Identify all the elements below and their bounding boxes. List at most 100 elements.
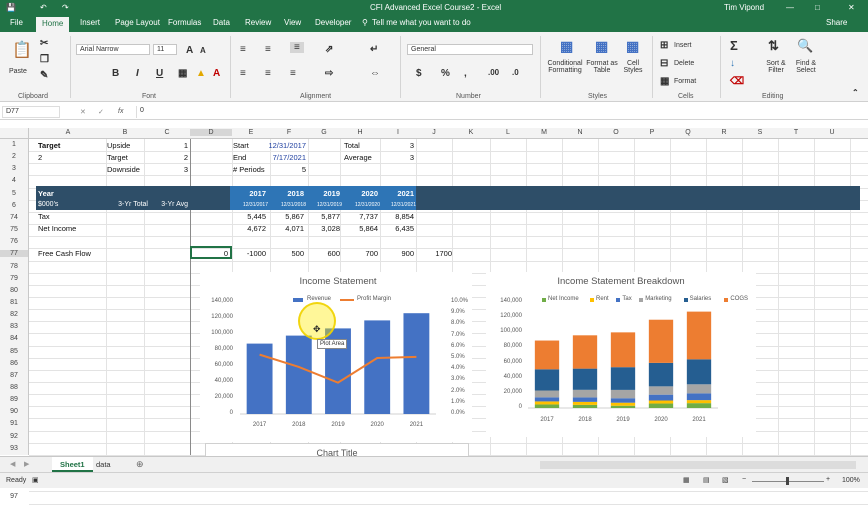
cell-i77[interactable]: 900 (380, 249, 414, 258)
redo-icon[interactable]: ↷ (62, 3, 69, 12)
cell-f3[interactable]: 5 (260, 165, 306, 174)
sort-filter-label[interactable]: Sort & Filter (762, 60, 790, 74)
col-header-p[interactable]: P (634, 129, 670, 136)
grow-font-icon[interactable]: A (186, 45, 193, 56)
cell-b2[interactable]: Target (107, 153, 128, 162)
format-painter-icon[interactable]: ✎ (40, 70, 48, 81)
page-layout-view-icon[interactable]: ▤ (703, 476, 710, 484)
cell-a75[interactable]: Net Income (38, 224, 76, 233)
font-name-select[interactable]: Arial Narrow (76, 44, 150, 55)
col-header-a[interactable]: A (30, 129, 106, 136)
conditional-formatting-icon[interactable]: ▦ (560, 38, 573, 55)
horizontal-scrollbar[interactable] (540, 461, 856, 469)
orientation-icon[interactable]: ⇗ (325, 44, 333, 55)
col-header-f[interactable]: F (270, 129, 308, 136)
insert-cells-label[interactable]: Insert (674, 42, 692, 49)
cell-f6[interactable]: 12/31/2018 (270, 202, 306, 208)
row-header-84[interactable]: 84 (0, 335, 28, 342)
clear-icon[interactable]: ⌫ (730, 76, 744, 87)
borders-icon[interactable]: ▦ (178, 68, 187, 79)
cell-g75[interactable]: 3,028 (306, 224, 340, 233)
cell-a74[interactable]: Tax (38, 212, 50, 221)
align-center-icon[interactable]: ≡ (265, 68, 271, 79)
align-bottom-icon[interactable]: ≡ (290, 42, 304, 53)
cell-c6[interactable]: 3-Yr Avg (150, 201, 188, 208)
col-header-s[interactable]: S (742, 129, 778, 136)
row-header-80[interactable]: 80 (0, 287, 28, 294)
cell-c3[interactable]: 3 (150, 165, 188, 174)
tab-review[interactable]: Review (245, 18, 271, 27)
copy-icon[interactable]: ❐ (40, 54, 49, 65)
row-header-88[interactable]: 88 (0, 384, 28, 391)
fill-color-icon[interactable]: ▲ (196, 68, 206, 79)
fx-icon[interactable]: fx (118, 108, 123, 115)
zoom-slider-thumb[interactable] (786, 477, 789, 485)
cell-h5[interactable]: 2020 (344, 189, 378, 198)
align-left-icon[interactable]: ≡ (240, 68, 246, 79)
cell-a1[interactable]: Target (38, 141, 60, 150)
format-cells-label[interactable]: Format (674, 78, 696, 85)
col-header-q[interactable]: Q (670, 129, 706, 136)
row-header-79[interactable]: 79 (0, 275, 28, 282)
comma-icon[interactable]: , (464, 68, 467, 79)
percent-icon[interactable]: % (441, 68, 450, 79)
close-icon[interactable]: ✕ (848, 3, 855, 12)
col-header-b[interactable]: B (106, 129, 144, 136)
cell-styles-label[interactable]: Cell Styles (620, 60, 646, 74)
col-header-n[interactable]: N (562, 129, 598, 136)
number-format-select[interactable]: General (407, 44, 533, 55)
row-header-2[interactable]: 2 (0, 153, 28, 160)
macro-record-icon[interactable]: ▣ (32, 476, 39, 484)
zoom-level[interactable]: 100% (842, 477, 860, 484)
cell-b6[interactable]: 3-Yr Total (106, 201, 148, 208)
indent-icon[interactable]: ⇨ (325, 68, 333, 79)
col-header-t[interactable]: T (778, 129, 814, 136)
name-box[interactable]: D77 (2, 106, 60, 118)
cell-a6[interactable]: $000's (38, 201, 58, 208)
row-header-6[interactable]: 6 (0, 202, 28, 209)
find-select-label[interactable]: Find & Select (792, 60, 820, 74)
row-header-87[interactable]: 87 (0, 372, 28, 379)
cell-i75[interactable]: 6,435 (380, 224, 414, 233)
row-header-93[interactable]: 93 (0, 445, 28, 452)
sheet-tab-sheet1[interactable]: Sheet1 (52, 457, 93, 472)
tab-formulas[interactable]: Formulas (168, 18, 201, 27)
cell-b1[interactable]: Upside (107, 141, 130, 150)
cell-i2[interactable]: 3 (382, 153, 414, 162)
cell-i1[interactable]: 3 (382, 141, 414, 150)
minimize-icon[interactable]: — (786, 3, 794, 12)
cell-g74[interactable]: 5,877 (306, 212, 340, 221)
page-break-view-icon[interactable]: ▧ (722, 476, 729, 484)
cell-f2[interactable]: 7/17/2021 (260, 153, 306, 162)
row-header-82[interactable]: 82 (0, 311, 28, 318)
income-statement-breakdown-chart[interactable]: Income Statement Breakdown Net Income Ren… (486, 272, 756, 437)
share-button[interactable]: Share (826, 18, 847, 27)
cell-i74[interactable]: 8,854 (380, 212, 414, 221)
tab-developer[interactable]: Developer (315, 18, 351, 27)
conditional-formatting-label[interactable]: Conditional Formatting (546, 60, 584, 74)
save-icon[interactable]: 💾 (6, 3, 16, 12)
cell-a2[interactable]: 2 (38, 153, 42, 162)
cell-e74[interactable]: 5,445 (232, 212, 266, 221)
undo-icon[interactable]: ↶ (40, 3, 47, 12)
autosum-icon[interactable]: Σ (730, 38, 738, 53)
row-header-92[interactable]: 92 (0, 433, 28, 440)
cell-h2[interactable]: Average (344, 153, 372, 162)
next-sheet-icon[interactable]: ▶ (24, 460, 29, 468)
align-top-icon[interactable]: ≡ (240, 44, 246, 55)
fill-icon[interactable]: ↓ (730, 58, 735, 69)
cell-styles-icon[interactable]: ▦ (626, 38, 639, 55)
delete-cells-label[interactable]: Delete (674, 60, 694, 67)
row-header-5[interactable]: 5 (0, 190, 28, 197)
row-header-91[interactable]: 91 (0, 420, 28, 427)
italic-icon[interactable]: I (136, 68, 139, 79)
zoom-in-icon[interactable]: + (826, 476, 830, 483)
cell-a5[interactable]: Year (38, 189, 54, 198)
cell-d77[interactable]: 0 (192, 249, 228, 258)
tab-file[interactable]: File (10, 18, 23, 27)
cell-e2[interactable]: End (233, 153, 246, 162)
row-header-77[interactable]: 77 (0, 250, 28, 258)
cell-f1[interactable]: 12/31/2017 (260, 141, 306, 150)
tab-home[interactable]: Home (36, 17, 70, 32)
tab-view[interactable]: View (284, 18, 301, 27)
